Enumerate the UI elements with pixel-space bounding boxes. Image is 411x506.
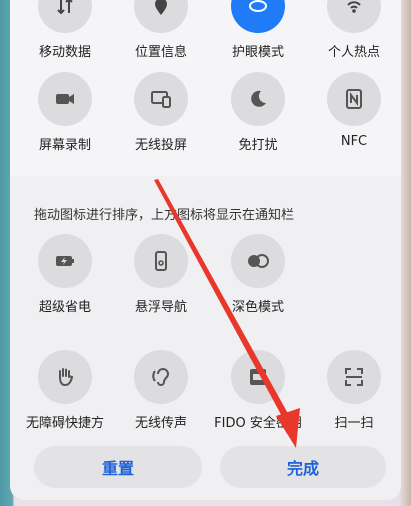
location-icon: [134, 0, 188, 33]
tile-label: 扫一扫: [334, 416, 374, 431]
tile-label: 屏幕录制: [38, 138, 91, 153]
hand-icon: [38, 350, 92, 404]
drag-hint-text: 拖动图标进行排序，上方图标将显示在通知栏: [34, 208, 295, 223]
tile-label: FIDO 安全密钥: [214, 416, 302, 431]
scan-icon: [327, 350, 381, 404]
eye-icon: [231, 0, 285, 33]
tile-label: 悬浮导航: [134, 300, 187, 315]
tile-accessibility-shortcut[interactable]: 无障碍快捷方: [20, 350, 110, 431]
tile-label: 无障碍快捷方: [25, 416, 104, 431]
nfc-icon: [327, 72, 381, 126]
tile-screen-record[interactable]: 屏幕录制: [20, 72, 110, 153]
tile-mobile-data[interactable]: 移动数据: [20, 0, 110, 60]
quick-settings-panel: 移动数据 位置信息 护眼模式 个人热点 屏幕录制 无线投屏 免打扰 NFC 拖动…: [10, 0, 401, 500]
moon-icon: [231, 72, 285, 126]
tile-super-power-saving[interactable]: 超级省电: [20, 234, 110, 315]
arrows-icon: [38, 0, 92, 33]
tile-do-not-disturb[interactable]: 免打扰: [213, 72, 303, 153]
tile-label: 免打扰: [238, 138, 278, 153]
done-button[interactable]: 完成: [220, 446, 386, 488]
cast-icon: [134, 72, 188, 126]
tile-label: 无线传声: [134, 416, 187, 431]
tile-hotspot[interactable]: 个人热点: [309, 0, 399, 60]
tile-location[interactable]: 位置信息: [116, 0, 206, 60]
tile-label: 超级省电: [38, 300, 91, 315]
tile-eye-comfort[interactable]: 护眼模式: [213, 0, 303, 60]
floating-nav-icon: [134, 234, 188, 288]
tile-floating-nav[interactable]: 悬浮导航: [116, 234, 206, 315]
tile-fido-security-key[interactable]: FIDO 安全密钥: [213, 350, 303, 431]
hotspot-icon: [327, 0, 381, 33]
tile-wireless-cast[interactable]: 无线投屏: [116, 72, 206, 153]
tile-label: 无线投屏: [134, 138, 187, 153]
dark-mode-icon: [231, 234, 285, 288]
tile-dark-mode[interactable]: 深色模式: [213, 234, 303, 315]
fido-icon: [231, 350, 285, 404]
tile-wireless-audio[interactable]: 无线传声: [116, 350, 206, 431]
tile-label: 个人热点: [327, 45, 380, 60]
tile-label: 护眼模式: [231, 45, 284, 60]
tile-label: 移动数据: [38, 45, 91, 60]
tile-nfc[interactable]: NFC: [309, 72, 399, 149]
battery-icon: [38, 234, 92, 288]
tile-label: 深色模式: [231, 300, 284, 315]
tile-scan[interactable]: 扫一扫: [309, 350, 399, 431]
tile-label: 位置信息: [134, 45, 187, 60]
tile-label: NFC: [340, 134, 368, 149]
ear-icon: [134, 350, 188, 404]
camera-icon: [38, 72, 92, 126]
reset-button[interactable]: 重置: [34, 446, 202, 488]
